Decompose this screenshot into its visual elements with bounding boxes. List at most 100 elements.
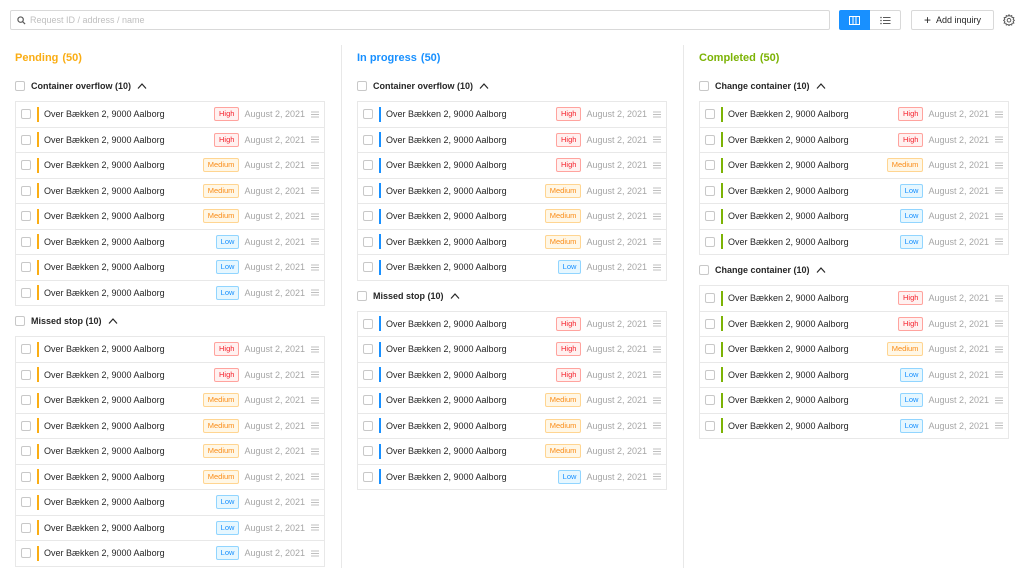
chevron-up-icon[interactable] <box>479 82 489 90</box>
group-checkbox[interactable] <box>357 290 367 301</box>
inquiry-row[interactable]: Over Bækken 2, 9000 Aalborg Medium August … <box>358 178 666 204</box>
row-checkbox[interactable] <box>363 185 373 196</box>
board-view-button[interactable] <box>839 10 870 30</box>
row-checkbox[interactable] <box>705 293 715 304</box>
drag-handle-icon[interactable] <box>311 499 319 506</box>
group-checkbox[interactable] <box>699 81 709 91</box>
row-checkbox[interactable] <box>21 548 31 559</box>
group-checkbox[interactable] <box>357 81 367 91</box>
row-checkbox[interactable] <box>363 236 373 247</box>
drag-handle-icon[interactable] <box>653 162 661 169</box>
inquiry-row[interactable]: Over Bækken 2, 9000 Aalborg Low August 2, … <box>16 280 324 306</box>
drag-handle-icon[interactable] <box>311 346 319 353</box>
inquiry-row[interactable]: Over Bækken 2, 9000 Aalborg Medium August … <box>700 153 1008 179</box>
inquiry-row[interactable]: Over Bækken 2, 9000 Aalborg Medium August … <box>358 413 666 439</box>
group-checkbox[interactable] <box>699 265 709 275</box>
drag-handle-icon[interactable] <box>653 213 661 220</box>
row-checkbox[interactable] <box>21 211 31 222</box>
drag-handle-icon[interactable] <box>995 136 1003 143</box>
drag-handle-icon[interactable] <box>653 422 661 429</box>
row-checkbox[interactable] <box>705 211 715 222</box>
inquiry-row[interactable]: Over Bækken 2, 9000 Aalborg Low August 2, … <box>358 255 666 281</box>
drag-handle-icon[interactable] <box>995 320 1003 327</box>
inquiry-row[interactable]: Over Bækken 2, 9000 Aalborg High August 2,… <box>358 127 666 153</box>
group-header[interactable]: Container overflow (10) <box>15 71 325 101</box>
drag-handle-icon[interactable] <box>995 162 1003 169</box>
inquiry-row[interactable]: Over Bækken 2, 9000 Aalborg High August 2,… <box>16 362 324 388</box>
drag-handle-icon[interactable] <box>995 346 1003 353</box>
row-checkbox[interactable] <box>363 369 373 380</box>
drag-handle-icon[interactable] <box>653 136 661 143</box>
drag-handle-icon[interactable] <box>311 448 319 455</box>
list-view-button[interactable] <box>870 10 901 30</box>
chevron-up-icon[interactable] <box>816 266 826 274</box>
drag-handle-icon[interactable] <box>995 371 1003 378</box>
drag-handle-icon[interactable] <box>311 422 319 429</box>
row-checkbox[interactable] <box>363 262 373 273</box>
row-checkbox[interactable] <box>705 318 715 329</box>
row-checkbox[interactable] <box>21 395 31 406</box>
inquiry-row[interactable]: Over Bækken 2, 9000 Aalborg Medium August … <box>16 464 324 490</box>
inquiry-row[interactable]: Over Bækken 2, 9000 Aalborg Low August 2, … <box>700 229 1008 255</box>
search-input[interactable] <box>30 15 810 25</box>
drag-handle-icon[interactable] <box>653 320 661 327</box>
row-checkbox[interactable] <box>705 236 715 247</box>
row-checkbox[interactable] <box>363 160 373 171</box>
inquiry-row[interactable]: Over Bækken 2, 9000 Aalborg Low August 2, … <box>700 362 1008 388</box>
inquiry-row[interactable]: Over Bækken 2, 9000 Aalborg Medium August … <box>358 229 666 255</box>
row-checkbox[interactable] <box>21 287 31 298</box>
drag-handle-icon[interactable] <box>995 238 1003 245</box>
row-checkbox[interactable] <box>705 134 715 145</box>
inquiry-row[interactable]: Over Bækken 2, 9000 Aalborg High August 2,… <box>700 102 1008 128</box>
inquiry-row[interactable]: Over Bækken 2, 9000 Aalborg Low August 2, … <box>16 229 324 255</box>
row-checkbox[interactable] <box>21 471 31 482</box>
drag-handle-icon[interactable] <box>995 397 1003 404</box>
drag-handle-icon[interactable] <box>311 524 319 531</box>
gear-icon[interactable] <box>1003 14 1015 26</box>
inquiry-row[interactable]: Over Bækken 2, 9000 Aalborg High August 2,… <box>358 153 666 179</box>
drag-handle-icon[interactable] <box>653 238 661 245</box>
row-checkbox[interactable] <box>363 344 373 355</box>
drag-handle-icon[interactable] <box>311 111 319 118</box>
group-checkbox[interactable] <box>15 316 25 326</box>
row-checkbox[interactable] <box>705 344 715 355</box>
inquiry-row[interactable]: Over Bækken 2, 9000 Aalborg High August 2,… <box>16 337 324 363</box>
row-checkbox[interactable] <box>705 109 715 120</box>
row-checkbox[interactable] <box>363 446 373 457</box>
group-header[interactable]: Missed stop (10) <box>357 281 667 311</box>
inquiry-row[interactable]: Over Bækken 2, 9000 Aalborg Low August 2, … <box>700 413 1008 439</box>
row-checkbox[interactable] <box>21 236 31 247</box>
row-checkbox[interactable] <box>21 522 31 533</box>
row-checkbox[interactable] <box>705 185 715 196</box>
drag-handle-icon[interactable] <box>311 289 319 296</box>
row-checkbox[interactable] <box>21 369 31 380</box>
row-checkbox[interactable] <box>705 369 715 380</box>
drag-handle-icon[interactable] <box>653 111 661 118</box>
inquiry-row[interactable]: Over Bækken 2, 9000 Aalborg Medium August … <box>358 204 666 230</box>
inquiry-row[interactable]: Over Bækken 2, 9000 Aalborg Medium August … <box>700 337 1008 363</box>
inquiry-row[interactable]: Over Bækken 2, 9000 Aalborg Medium August … <box>358 388 666 414</box>
inquiry-row[interactable]: Over Bækken 2, 9000 Aalborg Low August 2, … <box>358 464 666 490</box>
drag-handle-icon[interactable] <box>311 264 319 271</box>
row-checkbox[interactable] <box>363 471 373 482</box>
chevron-up-icon[interactable] <box>450 292 460 300</box>
search-box[interactable] <box>10 10 830 30</box>
inquiry-row[interactable]: Over Bækken 2, 9000 Aalborg High August 2,… <box>358 362 666 388</box>
row-checkbox[interactable] <box>21 109 31 120</box>
inquiry-row[interactable]: Over Bækken 2, 9000 Aalborg High August 2,… <box>358 102 666 128</box>
drag-handle-icon[interactable] <box>995 187 1003 194</box>
inquiry-row[interactable]: Over Bækken 2, 9000 Aalborg High August 2,… <box>358 311 666 337</box>
drag-handle-icon[interactable] <box>653 371 661 378</box>
drag-handle-icon[interactable] <box>653 187 661 194</box>
inquiry-row[interactable]: Over Bækken 2, 9000 Aalborg Low August 2, … <box>700 178 1008 204</box>
drag-handle-icon[interactable] <box>311 213 319 220</box>
inquiry-row[interactable]: Over Bækken 2, 9000 Aalborg Medium August … <box>16 413 324 439</box>
row-checkbox[interactable] <box>363 134 373 145</box>
drag-handle-icon[interactable] <box>311 238 319 245</box>
row-checkbox[interactable] <box>363 318 373 329</box>
drag-handle-icon[interactable] <box>311 162 319 169</box>
inquiry-row[interactable]: Over Bækken 2, 9000 Aalborg Medium August … <box>16 178 324 204</box>
add-inquiry-button[interactable]: + Add inquiry <box>911 10 994 30</box>
inquiry-row[interactable]: Over Bækken 2, 9000 Aalborg Medium August … <box>16 388 324 414</box>
inquiry-row[interactable]: Over Bækken 2, 9000 Aalborg Medium August … <box>16 153 324 179</box>
